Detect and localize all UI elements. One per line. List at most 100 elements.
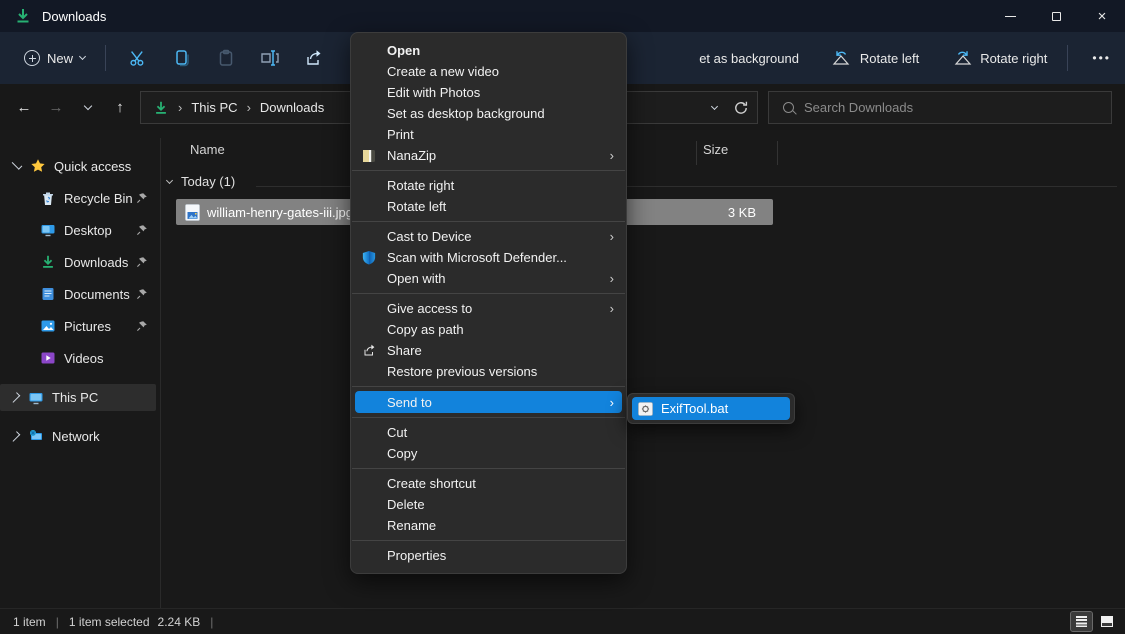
search-input[interactable] bbox=[804, 100, 1054, 115]
see-more-button[interactable]: ••• bbox=[1078, 51, 1125, 65]
sidebar-item-downloads[interactable]: Downloads bbox=[0, 250, 156, 274]
menu-item-copy[interactable]: Copy bbox=[351, 443, 626, 464]
up-button[interactable]: ↑ bbox=[104, 91, 136, 123]
new-button-label: New bbox=[47, 51, 73, 66]
file-size: 3 KB bbox=[728, 205, 756, 220]
menu-item-send-to[interactable]: Send to › bbox=[355, 391, 622, 413]
menu-item-give-access-to[interactable]: Give access to › bbox=[351, 298, 626, 319]
set-as-background-button[interactable]: et as background bbox=[699, 51, 799, 66]
sidebar-item-label: Videos bbox=[64, 351, 104, 366]
menu-item-properties[interactable]: Properties bbox=[351, 545, 626, 566]
column-separator[interactable] bbox=[777, 141, 778, 165]
menu-item-rotate-left[interactable]: Rotate left bbox=[351, 196, 626, 217]
toolbar-separator bbox=[105, 45, 106, 71]
sidebar-item-quick-access[interactable]: Quick access bbox=[0, 154, 156, 178]
large-icons-view-icon bbox=[1101, 616, 1113, 627]
rotate-left-button[interactable]: Rotate left bbox=[821, 42, 929, 74]
chevron-right-icon[interactable] bbox=[10, 392, 21, 403]
menu-item-edit-with-photos[interactable]: Edit with Photos bbox=[351, 82, 626, 103]
chevron-down-icon[interactable] bbox=[12, 159, 23, 170]
search-box[interactable] bbox=[768, 91, 1112, 124]
share-button[interactable] bbox=[292, 39, 336, 77]
submenu-item-exiftool-bat[interactable]: ExifTool.bat bbox=[632, 397, 790, 420]
sidebar-item-this-pc[interactable]: This PC bbox=[0, 384, 156, 411]
paste-button[interactable] bbox=[204, 39, 248, 77]
column-header-size[interactable]: Size bbox=[703, 142, 728, 157]
cut-button[interactable] bbox=[116, 39, 160, 77]
refresh-icon[interactable] bbox=[733, 100, 749, 116]
menu-item-rotate-right[interactable]: Rotate right bbox=[351, 175, 626, 196]
videos-icon bbox=[40, 350, 56, 366]
scissors-icon bbox=[128, 48, 148, 68]
menu-item-delete[interactable]: Delete bbox=[351, 494, 626, 515]
send-to-submenu: ExifTool.bat bbox=[627, 393, 795, 424]
sidebar-item-desktop[interactable]: Desktop bbox=[0, 218, 156, 242]
menu-item-create-shortcut[interactable]: Create shortcut bbox=[351, 473, 626, 494]
rename-button[interactable] bbox=[248, 39, 292, 77]
menu-item-label: Create shortcut bbox=[387, 476, 476, 491]
menu-item-cast-to-device[interactable]: Cast to Device › bbox=[351, 226, 626, 247]
chevron-right-icon[interactable] bbox=[10, 431, 21, 442]
minimize-icon bbox=[1005, 16, 1016, 17]
up-icon: ↑ bbox=[116, 99, 124, 116]
forward-button[interactable]: → bbox=[40, 91, 72, 123]
close-button[interactable]: × bbox=[1079, 0, 1125, 32]
chevron-down-icon bbox=[84, 101, 92, 109]
maximize-icon bbox=[1052, 12, 1061, 21]
breadcrumb-downloads[interactable]: Downloads bbox=[260, 100, 324, 115]
menu-item-open[interactable]: Open bbox=[351, 40, 626, 61]
status-divider: | bbox=[56, 615, 59, 629]
address-dropdown-icon[interactable] bbox=[711, 102, 718, 109]
rename-icon bbox=[259, 48, 281, 68]
menu-item-label: Properties bbox=[387, 548, 446, 563]
menu-item-create-a-new-video[interactable]: Create a new video bbox=[351, 61, 626, 82]
sidebar-item-label: Recycle Bin bbox=[64, 191, 133, 206]
menu-item-nanazip[interactable]: NanaZip › bbox=[351, 145, 626, 166]
breadcrumb-this-pc[interactable]: This PC bbox=[191, 100, 237, 115]
recycle-bin-icon bbox=[40, 190, 56, 206]
pin-icon bbox=[136, 224, 148, 236]
copy-button[interactable] bbox=[160, 39, 204, 77]
this-pc-icon bbox=[28, 390, 44, 406]
forward-icon: → bbox=[49, 99, 64, 116]
column-header-name[interactable]: Name bbox=[190, 142, 225, 157]
large-icons-view-button[interactable] bbox=[1096, 612, 1117, 631]
sidebar-item-documents[interactable]: Documents bbox=[0, 282, 156, 306]
details-view-icon bbox=[1076, 616, 1087, 627]
menu-item-label: Rename bbox=[387, 518, 436, 533]
menu-item-copy-as-path[interactable]: Copy as path bbox=[351, 319, 626, 340]
menu-item-print[interactable]: Print bbox=[351, 124, 626, 145]
menu-item-label: Rotate left bbox=[387, 199, 446, 214]
new-button[interactable]: New bbox=[14, 44, 95, 72]
menu-item-share[interactable]: Share bbox=[351, 340, 626, 361]
sidebar-item-videos[interactable]: Videos bbox=[0, 346, 156, 370]
submenu-arrow-icon: › bbox=[610, 301, 614, 316]
item-count: 1 item bbox=[13, 615, 46, 629]
menu-item-set-as-desktop-background[interactable]: Set as desktop background bbox=[351, 103, 626, 124]
sidebar-item-label: Desktop bbox=[64, 223, 112, 238]
menu-separator bbox=[352, 417, 625, 418]
sidebar-item-label: Documents bbox=[64, 287, 130, 302]
sidebar-item-network[interactable]: Network bbox=[0, 424, 156, 448]
sidebar-item-recycle-bin[interactable]: Recycle Bin bbox=[0, 186, 156, 210]
details-view-button[interactable] bbox=[1071, 612, 1092, 631]
minimize-button[interactable] bbox=[987, 0, 1033, 32]
breadcrumb-separator-icon: › bbox=[178, 100, 182, 115]
menu-item-open-with[interactable]: Open with › bbox=[351, 268, 626, 289]
paste-icon bbox=[216, 48, 236, 68]
submenu-arrow-icon: › bbox=[610, 395, 614, 410]
column-separator[interactable] bbox=[696, 141, 697, 165]
menu-item-scan-with-microsoft-defender[interactable]: Scan with Microsoft Defender... bbox=[351, 247, 626, 268]
rotate-right-button[interactable]: Rotate right bbox=[941, 42, 1057, 74]
maximize-button[interactable] bbox=[1033, 0, 1079, 32]
menu-item-cut[interactable]: Cut bbox=[351, 422, 626, 443]
nanazip-icon bbox=[361, 148, 377, 164]
menu-separator bbox=[352, 293, 625, 294]
recent-locations-button[interactable] bbox=[72, 91, 104, 123]
group-header-today[interactable]: Today (1) bbox=[167, 174, 235, 189]
menu-item-label: Copy as path bbox=[387, 322, 464, 337]
menu-item-restore-previous-versions[interactable]: Restore previous versions bbox=[351, 361, 626, 382]
menu-item-rename[interactable]: Rename bbox=[351, 515, 626, 536]
sidebar-item-pictures[interactable]: Pictures bbox=[0, 314, 156, 338]
back-button[interactable]: ← bbox=[8, 91, 40, 123]
